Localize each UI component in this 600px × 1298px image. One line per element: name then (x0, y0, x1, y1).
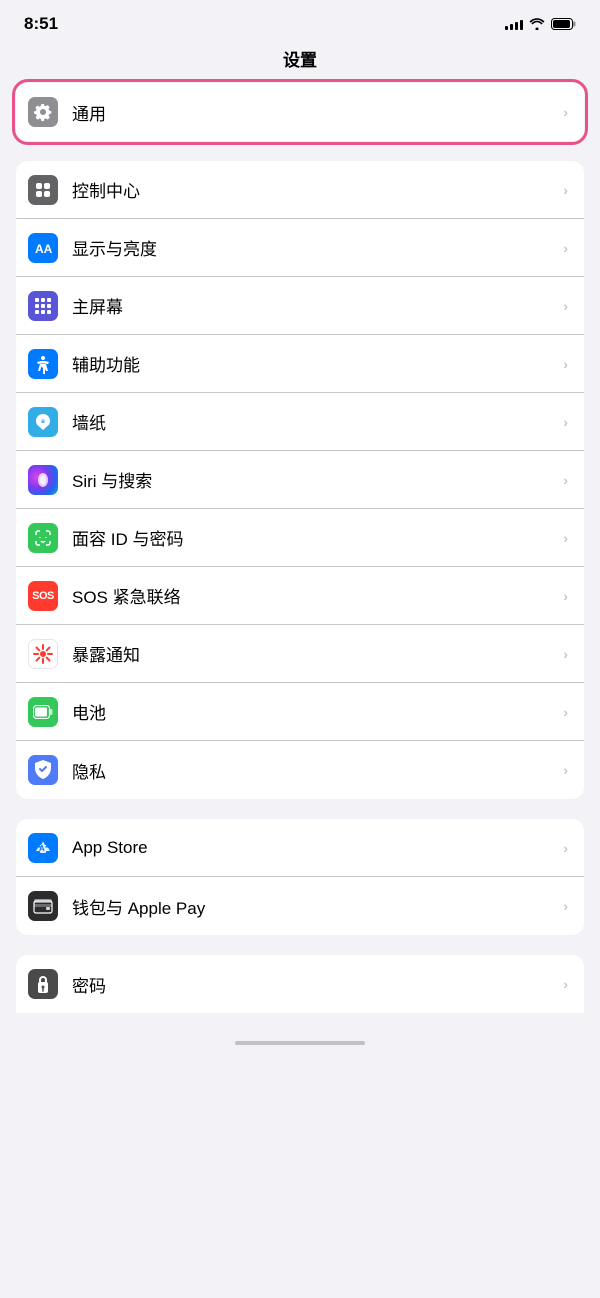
display-label: 显示与亮度 (72, 235, 563, 260)
store-section: A App Store › 钱包与 Apple Pay › (16, 819, 584, 935)
siri-label: Siri 与搜索 (72, 467, 563, 492)
accessibility-label: 辅助功能 (72, 351, 563, 376)
control-center-chevron: › (563, 182, 568, 198)
sos-icon: SOS (28, 581, 58, 611)
status-time: 8:51 (24, 14, 58, 34)
exposure-label: 暴露通知 (72, 641, 563, 666)
settings-row-exposure[interactable]: 暴露通知 › (16, 625, 584, 683)
settings-row-display[interactable]: AA 显示与亮度 › (16, 219, 584, 277)
sos-label: SOS 紧急联络 (72, 583, 563, 608)
battery-chevron: › (563, 704, 568, 720)
wallpaper-label: 墙纸 (72, 409, 563, 434)
wallpaper-chevron: › (563, 414, 568, 430)
settings-row-siri[interactable]: Siri 与搜索 › (16, 451, 584, 509)
appstore-label: App Store (72, 838, 563, 858)
status-icons (505, 18, 576, 30)
battery-icon (28, 697, 58, 727)
svg-text:A: A (39, 844, 45, 853)
display-chevron: › (563, 240, 568, 256)
settings-row-battery[interactable]: 电池 › (16, 683, 584, 741)
wallet-chevron: › (563, 898, 568, 914)
home-screen-chevron: › (563, 298, 568, 314)
general-chevron: › (563, 104, 568, 120)
settings-row-control-center[interactable]: 控制中心 › (16, 161, 584, 219)
accessibility-chevron: › (563, 356, 568, 372)
wallpaper-icon (28, 407, 58, 437)
battery-status-icon (551, 18, 576, 30)
home-screen-label: 主屏幕 (72, 293, 563, 318)
status-bar: 8:51 (0, 0, 600, 42)
privacy-label: 隐私 (72, 758, 563, 783)
general-icon (28, 97, 58, 127)
general-label: 通用 (72, 100, 563, 125)
wallet-icon (28, 891, 58, 921)
settings-row-appstore[interactable]: A App Store › (16, 819, 584, 877)
password-chevron: › (563, 976, 568, 992)
settings-row-wallpaper[interactable]: 墙纸 › (16, 393, 584, 451)
settings-row-general[interactable]: 通用 › (16, 83, 584, 141)
settings-row-wallet[interactable]: 钱包与 Apple Pay › (16, 877, 584, 935)
face-id-label: 面容 ID 与密码 (72, 525, 563, 550)
page-title: 设置 (0, 42, 600, 83)
exposure-chevron: › (563, 646, 568, 662)
face-id-icon (28, 523, 58, 553)
display-icon: AA (28, 233, 58, 263)
password-section: 密码 › (16, 955, 584, 1013)
control-center-icon (28, 175, 58, 205)
settings-row-sos[interactable]: SOS SOS 紧急联络 › (16, 567, 584, 625)
siri-chevron: › (563, 472, 568, 488)
control-center-label: 控制中心 (72, 177, 563, 202)
appstore-chevron: › (563, 840, 568, 856)
settings-row-accessibility[interactable]: 辅助功能 › (16, 335, 584, 393)
appstore-icon: A (28, 833, 58, 863)
wifi-icon (529, 18, 545, 30)
settings-row-password[interactable]: 密码 › (16, 955, 584, 1013)
accessibility-icon (28, 349, 58, 379)
signal-icon (505, 18, 523, 30)
battery-label: 电池 (72, 699, 563, 724)
settings-row-home-screen[interactable]: 主屏幕 › (16, 277, 584, 335)
home-screen-icon (28, 291, 58, 321)
face-id-chevron: › (563, 530, 568, 546)
exposure-icon (28, 639, 58, 669)
privacy-chevron: › (563, 762, 568, 778)
settings-row-privacy[interactable]: 隐私 › (16, 741, 584, 799)
settings-row-face-id[interactable]: 面容 ID 与密码 › (16, 509, 584, 567)
svg-text:AA: AA (35, 242, 53, 256)
password-label: 密码 (72, 972, 563, 997)
general-section: 通用 › (16, 83, 584, 141)
password-icon (28, 969, 58, 999)
siri-icon (28, 465, 58, 495)
wallet-label: 钱包与 Apple Pay (72, 894, 563, 919)
home-indicator (235, 1041, 365, 1045)
main-settings-section: 控制中心 › AA 显示与亮度 › 主屏幕 › (16, 161, 584, 799)
privacy-icon (28, 755, 58, 785)
sos-chevron: › (563, 588, 568, 604)
